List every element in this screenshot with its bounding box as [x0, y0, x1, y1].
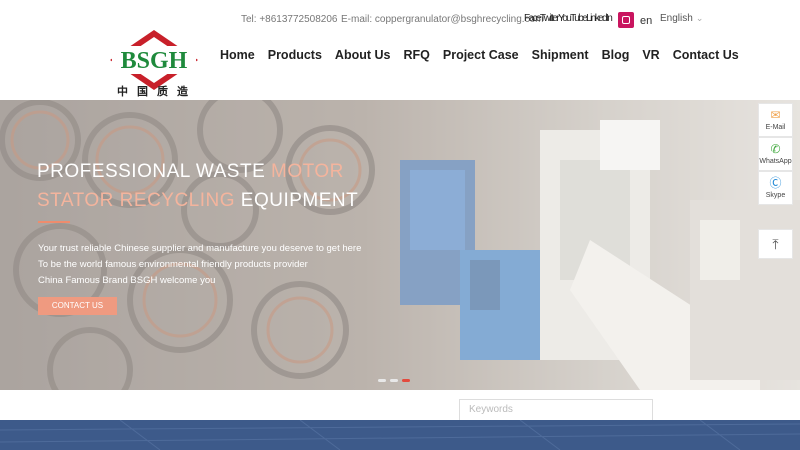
nav-item-about-us[interactable]: About Us: [335, 48, 391, 62]
float-skype-label: Skype: [765, 192, 786, 199]
logo-tagline: 中国质造: [117, 85, 197, 98]
main-nav: Home Products About Us RFQ Project Case …: [220, 48, 752, 62]
language-code[interactable]: en: [640, 15, 652, 27]
float-email-button[interactable]: ✉ E-Mail: [758, 103, 793, 137]
mail-icon: ✉: [770, 108, 781, 122]
float-email-label: E-Mail: [765, 124, 786, 131]
float-whatsapp-label: WhatsApp: [759, 158, 792, 165]
site-header: BSGH 中国质造 Tel: +8613772508206 E-mail: co…: [0, 0, 800, 100]
phone-number[interactable]: Tel: +8613772508206: [241, 14, 337, 25]
subtext-line: China Famous Brand BSGH welcome you: [38, 275, 216, 286]
nav-item-blog[interactable]: Blog: [602, 48, 630, 62]
band-pattern: [0, 420, 800, 450]
banner-headline: PROFESSIONAL WASTE MOTOR STATOR RECYCLIN…: [37, 157, 358, 215]
back-to-top-button[interactable]: ⤒: [758, 229, 793, 259]
float-skype-button[interactable]: Ⓒ Skype: [758, 171, 793, 205]
nav-item-contact-us[interactable]: Contact Us: [673, 48, 739, 62]
banner-subtext: Your trust reliable Chinese supplier and…: [38, 241, 361, 289]
float-whatsapp-button[interactable]: ✆ WhatsApp: [758, 137, 793, 171]
search-input[interactable]: Keywords: [459, 399, 653, 421]
headline-divider: [38, 221, 70, 223]
nav-item-products[interactable]: Products: [268, 48, 322, 62]
whatsapp-icon: ✆: [770, 142, 781, 156]
slider-dots: [378, 379, 410, 382]
language-label: English: [660, 13, 693, 24]
logo-text: BSGH: [121, 48, 188, 74]
language-selector[interactable]: English ⌄: [660, 13, 703, 24]
headline-accent: MOTOR: [271, 161, 344, 182]
subtext-line: To be the world famous environmental fri…: [38, 259, 308, 270]
social-links[interactable]: FaceTwitterYouTubeLinkedIn: [524, 13, 613, 24]
nav-item-vr[interactable]: VR: [642, 48, 659, 62]
slider-dot-active[interactable]: [402, 379, 410, 382]
chevron-down-icon: ⌄: [695, 13, 704, 23]
instagram-icon[interactable]: [618, 12, 634, 28]
subtext-line: Your trust reliable Chinese supplier and…: [38, 243, 362, 254]
nav-item-home[interactable]: Home: [220, 48, 255, 62]
contact-us-button[interactable]: CONTACT US: [38, 297, 117, 315]
slider-dot[interactable]: [390, 379, 398, 382]
nav-item-rfq[interactable]: RFQ: [403, 48, 429, 62]
headline-part: PROFESSIONAL WASTE: [37, 161, 272, 182]
hero-banner[interactable]: PROFESSIONAL WASTE MOTOR STATOR RECYCLIN…: [0, 100, 800, 390]
section-band: [0, 420, 800, 450]
arrow-up-icon: ⤒: [772, 236, 779, 252]
nav-item-project-case[interactable]: Project Case: [443, 48, 519, 62]
headline-accent: STATOR RECYCLING: [37, 190, 236, 211]
skype-icon: Ⓒ: [769, 176, 782, 190]
floating-contact-bar: ✉ E-Mail ✆ WhatsApp Ⓒ Skype: [758, 103, 793, 205]
slider-dot[interactable]: [378, 379, 386, 382]
nav-item-shipment[interactable]: Shipment: [532, 48, 589, 62]
email-address[interactable]: E-mail: coppergranulator@bsghrecycling.c…: [341, 14, 543, 25]
headline-part: EQUIPMENT: [235, 190, 359, 211]
